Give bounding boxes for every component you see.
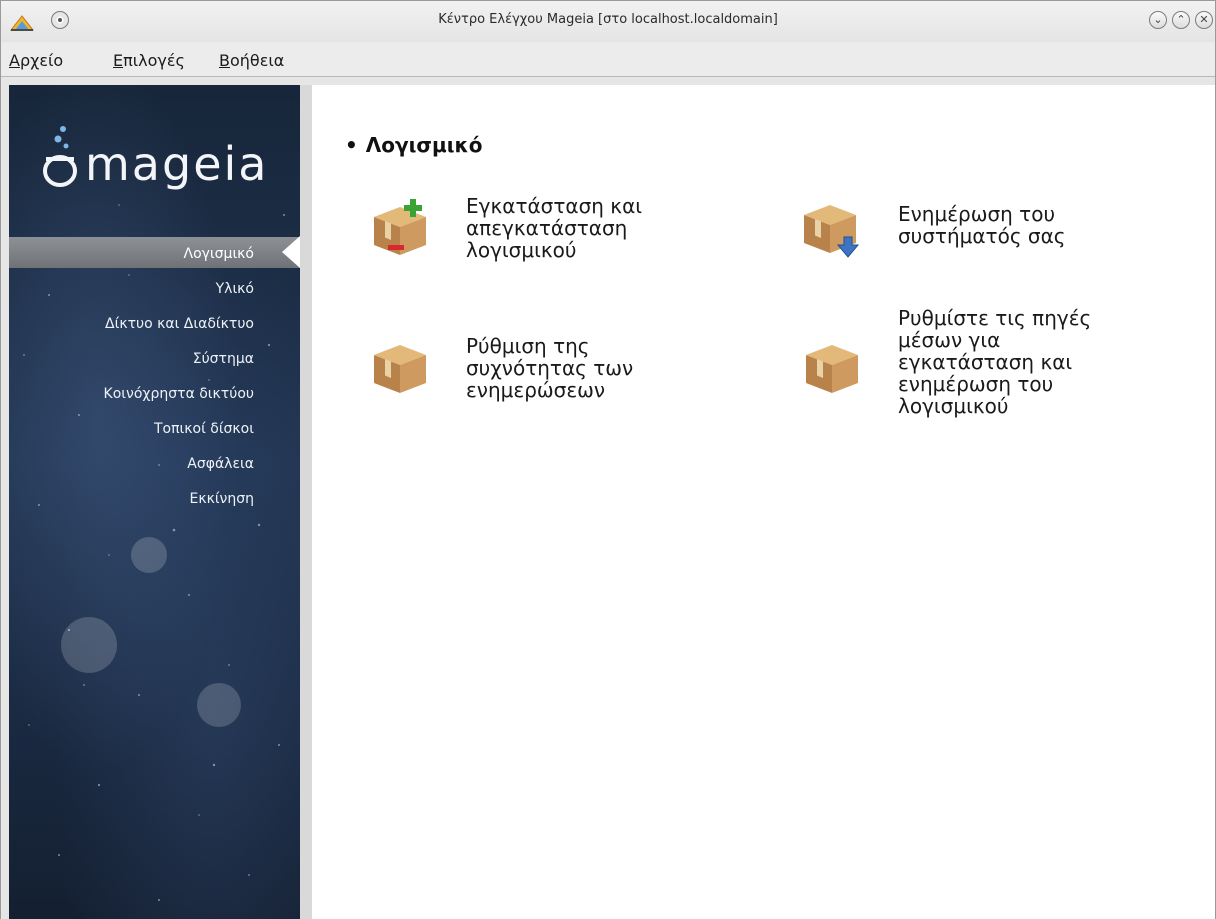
tile-update-frequency-label: Ρύθμιση της συχνότητας των ενημερώσεων bbox=[466, 334, 634, 402]
content-area: mageia Λογισμικό Υλικό Δίκτυο και Διαδίκ… bbox=[1, 77, 1215, 919]
sidebar-item-network[interactable]: Δίκτυο και Διαδίκτυο bbox=[105, 316, 254, 332]
sidebar-item-local-disks[interactable]: Τοπικοί δίσκοι bbox=[154, 421, 254, 437]
window-title: Κέντρο Ελέγχου Mageia [στο localhost.loc… bbox=[438, 12, 778, 27]
tile-update-system[interactable]: Ενημέρωση του συστήματός σας bbox=[800, 195, 1180, 275]
sidebar-item-hardware[interactable]: Υλικό bbox=[216, 281, 254, 297]
control-center-window: Κέντρο Ελέγχου Mageia [στο localhost.loc… bbox=[0, 0, 1216, 919]
menu-bar: Αρχείο Επιλογές Βοήθεια bbox=[1, 42, 1215, 77]
menu-options[interactable]: Επιλογές bbox=[113, 51, 185, 70]
title-bar[interactable]: Κέντρο Ελέγχου Mageia [στο localhost.loc… bbox=[1, 1, 1215, 42]
tile-install-remove-software[interactable]: Εγκατάσταση και απεγκατάσταση λογισμικού bbox=[368, 195, 728, 295]
close-button[interactable]: ✕ bbox=[1195, 11, 1213, 29]
tile-install-remove-label: Εγκατάσταση και απεγκατάσταση λογισμικού bbox=[466, 194, 643, 262]
maximize-button[interactable]: ⌃ bbox=[1172, 11, 1190, 29]
mageia-cauldron-icon bbox=[43, 126, 77, 187]
nav-active-arrow bbox=[282, 236, 300, 268]
tile-update-system-label: Ενημέρωση του συστήματός σας bbox=[898, 202, 1066, 248]
package-update-icon bbox=[804, 205, 860, 258]
sidebar-item-boot[interactable]: Εκκίνηση bbox=[189, 491, 254, 507]
main-panel: • Λογισμικό Εγκατάσταση και απεγκατάσταση… bbox=[312, 85, 1215, 919]
package-icon bbox=[806, 345, 858, 393]
menu-help[interactable]: Βοήθεια bbox=[219, 51, 284, 70]
sidebar-item-software[interactable]: Λογισμικό bbox=[184, 246, 255, 262]
tile-media-sources[interactable]: Ρυθμίστε τις πηγές μέσων για εγκατάσταση… bbox=[800, 307, 1180, 457]
nav-active-highlight bbox=[9, 237, 300, 268]
tile-update-frequency[interactable]: Ρύθμιση της συχνότητας των ενημερώσεων bbox=[368, 335, 728, 435]
sidebar: mageia Λογισμικό Υλικό Δίκτυο και Διαδίκ… bbox=[9, 85, 300, 919]
sidebar-item-network-shares[interactable]: Κοινόχρηστα δικτύου bbox=[104, 386, 254, 402]
menu-file[interactable]: Αρχείο bbox=[9, 51, 63, 70]
mageia-logo: mageia bbox=[39, 119, 279, 191]
section-title: • Λογισμικό bbox=[345, 133, 483, 157]
package-add-remove-icon bbox=[374, 199, 426, 255]
tile-media-sources-label: Ρυθμίστε τις πηγές μέσων για εγκατάσταση… bbox=[898, 306, 1092, 418]
brand-wordmark: mageia bbox=[85, 137, 269, 191]
sidebar-item-security[interactable]: Ασφάλεια bbox=[187, 456, 254, 472]
minimize-button[interactable]: ⌄ bbox=[1149, 11, 1167, 29]
panel-divider bbox=[300, 85, 312, 919]
starfield-background bbox=[23, 204, 285, 901]
package-icon bbox=[374, 345, 426, 393]
sidebar-item-system[interactable]: Σύστημα bbox=[193, 351, 254, 367]
